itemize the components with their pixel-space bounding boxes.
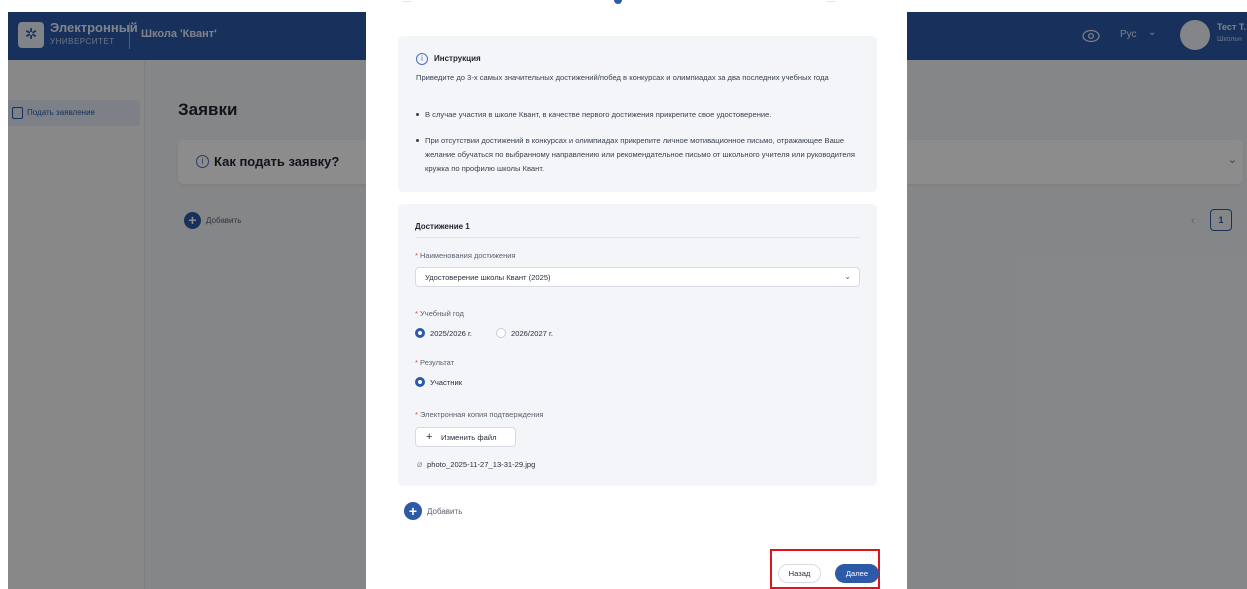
- instruction-box: i Инструкция Приведите до 3-х самых знач…: [398, 36, 877, 192]
- file-label: * Электронная копия подтверждения: [415, 410, 544, 419]
- result-radio-participant[interactable]: [415, 377, 425, 387]
- year-radio-2025[interactable]: [415, 328, 425, 338]
- plus-icon: +: [404, 502, 422, 520]
- application-modal: i Инструкция Приведите до 3-х самых знач…: [366, 0, 907, 589]
- info-icon: i: [416, 53, 428, 65]
- year-radio-2026[interactable]: [496, 328, 506, 338]
- instruction-bullet: При отсутствии достижений в конкурсах и …: [416, 134, 866, 176]
- change-file-button[interactable]: + Изменить файл: [415, 427, 516, 447]
- chevron-down-icon: ⌄: [844, 272, 851, 281]
- year-option-label[interactable]: 2026/2027 г.: [511, 329, 553, 338]
- select-value: Удостоверение школы Квант (2025): [425, 273, 551, 282]
- change-file-label: Изменить файл: [441, 433, 497, 442]
- result-label: * Результат: [415, 358, 455, 367]
- bullet-text: При отсутствии достижений в конкурсах и …: [425, 136, 855, 173]
- bullet-dot: [416, 113, 419, 116]
- add-label: Добавить: [427, 507, 463, 516]
- bullet-text: В случае участия в школе Квант, в качест…: [425, 110, 772, 119]
- achievement-name-label: * Наименования достижения: [415, 251, 516, 260]
- result-option-label[interactable]: Участник: [430, 378, 462, 387]
- instruction-title: Инструкция: [434, 54, 481, 63]
- screenshot-frame: ✲ Электронный УНИВЕРСИТЕТ Школа 'Квант' …: [0, 0, 1247, 589]
- instruction-bullet: В случае участия в школе Квант, в качест…: [416, 108, 866, 122]
- stepper-line: [402, 1, 412, 2]
- attached-file-name[interactable]: photo_2025-11-27_13-31-29.jpg: [427, 460, 535, 469]
- stepper-current-step: [614, 0, 622, 4]
- paperclip-icon: ⌀: [417, 459, 423, 469]
- year-option-label[interactable]: 2025/2026 г.: [430, 329, 472, 338]
- back-button[interactable]: Назад: [778, 564, 821, 583]
- instruction-intro: Приведите до 3-х самых значительных дост…: [416, 73, 829, 82]
- stepper-line: [826, 1, 836, 2]
- year-label: * Учебный год: [415, 309, 464, 318]
- next-button[interactable]: Далее: [835, 564, 879, 583]
- divider: [415, 237, 860, 238]
- achievement-name-select[interactable]: Удостоверение школы Квант (2025) ⌄: [415, 267, 860, 287]
- achievement-card: Достижение 1 * Наименования достижения У…: [398, 204, 877, 486]
- achievement-title: Достижение 1: [415, 222, 470, 231]
- bullet-dot: [416, 139, 419, 142]
- plus-icon: +: [426, 431, 433, 443]
